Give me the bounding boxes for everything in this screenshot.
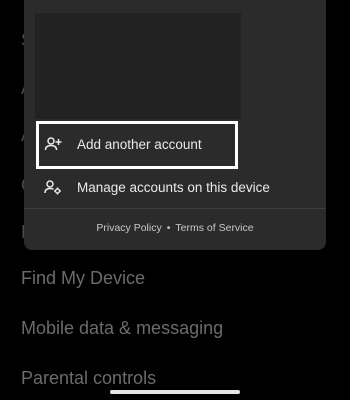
screen: S A A C D Find My Device Mobile data & m…	[0, 0, 350, 400]
settings-item-parental-controls[interactable]: Parental controls	[21, 368, 156, 389]
manage-accounts-button[interactable]: Manage accounts on this device	[24, 167, 326, 207]
account-preview-card	[35, 13, 241, 119]
settings-item-mobile-data[interactable]: Mobile data & messaging	[21, 318, 223, 339]
manage-accounts-icon	[44, 178, 62, 196]
settings-item-find-my-device[interactable]: Find My Device	[21, 268, 145, 289]
footer-separator: •	[166, 222, 171, 234]
privacy-policy-link[interactable]: Privacy Policy	[96, 222, 161, 234]
sheet-footer: Privacy Policy • Terms of Service	[24, 222, 326, 234]
manage-accounts-label: Manage accounts on this device	[77, 179, 270, 195]
home-indicator[interactable]	[110, 390, 240, 394]
terms-of-service-link[interactable]: Terms of Service	[175, 222, 253, 234]
account-sheet: Add another account Manage accounts on t…	[24, 0, 326, 250]
focus-highlight	[36, 121, 238, 169]
divider	[24, 208, 326, 209]
